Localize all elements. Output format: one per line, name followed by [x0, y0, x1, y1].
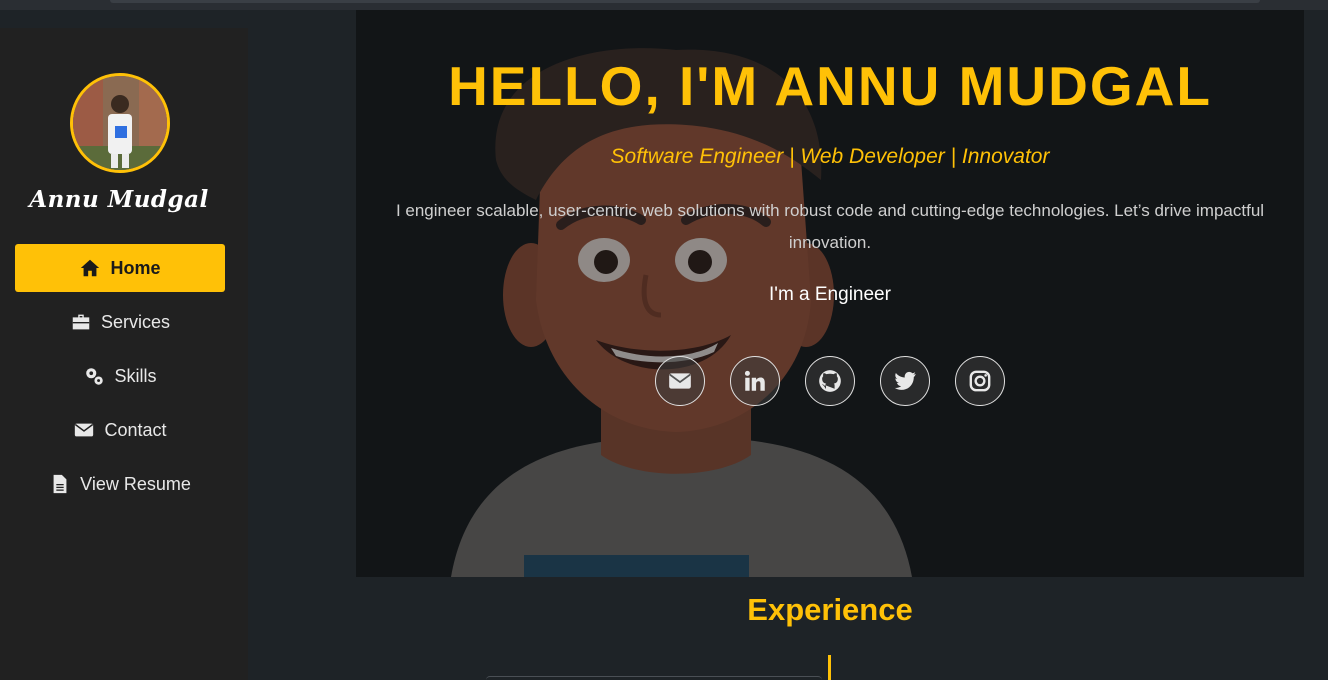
linkedin-icon: [744, 370, 765, 391]
social-instagram-button[interactable]: [955, 356, 1005, 406]
home-icon: [81, 259, 100, 277]
nav-item-view-resume[interactable]: View Resume: [15, 460, 225, 508]
scroll-indicator: [110, 0, 1260, 3]
browser-top-edge: [0, 0, 1328, 10]
sidebar: Annu Mudgal Home Services Skills Contact…: [0, 28, 248, 680]
file-icon: [53, 474, 67, 494]
hero-section: HELLO, I'M ANNU MUDGAL Software Engineer…: [356, 10, 1304, 577]
nav-label-contact: Contact: [104, 419, 167, 440]
instagram-icon: [969, 370, 991, 392]
nav-label-view-resume: View Resume: [80, 473, 191, 494]
social-github-button[interactable]: [805, 356, 855, 406]
sidebar-nav: Home Services Skills Contact View Resume: [15, 244, 225, 514]
social-linkedin-button[interactable]: [730, 356, 780, 406]
github-icon: [819, 370, 841, 392]
nav-label-services: Services: [100, 311, 171, 332]
experience-heading: Experience: [747, 592, 913, 627]
avatar-photo: [73, 76, 167, 170]
nav-item-skills[interactable]: Skills: [15, 352, 225, 400]
profile-avatar: [70, 73, 170, 173]
timeline-card: [486, 676, 822, 680]
hero-description: I engineer scalable, user-centric web so…: [395, 201, 1265, 252]
nav-label-home: Home: [110, 257, 161, 278]
hero-title: HELLO, I'M ANNU MUDGAL: [448, 55, 1212, 117]
social-twitter-button[interactable]: [880, 356, 930, 406]
briefcase-icon: [72, 314, 90, 330]
hero-subtitle: Software Engineer | Web Developer | Inno…: [610, 145, 1050, 168]
brand-name: Annu Mudgal: [29, 186, 209, 213]
gears-icon: [86, 368, 104, 385]
envelope-icon: [75, 423, 94, 437]
nav-label-skills: Skills: [114, 365, 157, 386]
timeline-line: [828, 655, 831, 680]
typed-role-text: I'm a Engineer: [769, 284, 891, 305]
nav-item-home[interactable]: Home: [15, 244, 225, 292]
social-email-button[interactable]: [655, 356, 705, 406]
envelope-icon: [669, 373, 691, 389]
social-links: [655, 356, 1005, 406]
nav-item-services[interactable]: Services: [15, 298, 225, 346]
twitter-icon: [894, 371, 916, 390]
nav-item-contact[interactable]: Contact: [15, 406, 225, 454]
